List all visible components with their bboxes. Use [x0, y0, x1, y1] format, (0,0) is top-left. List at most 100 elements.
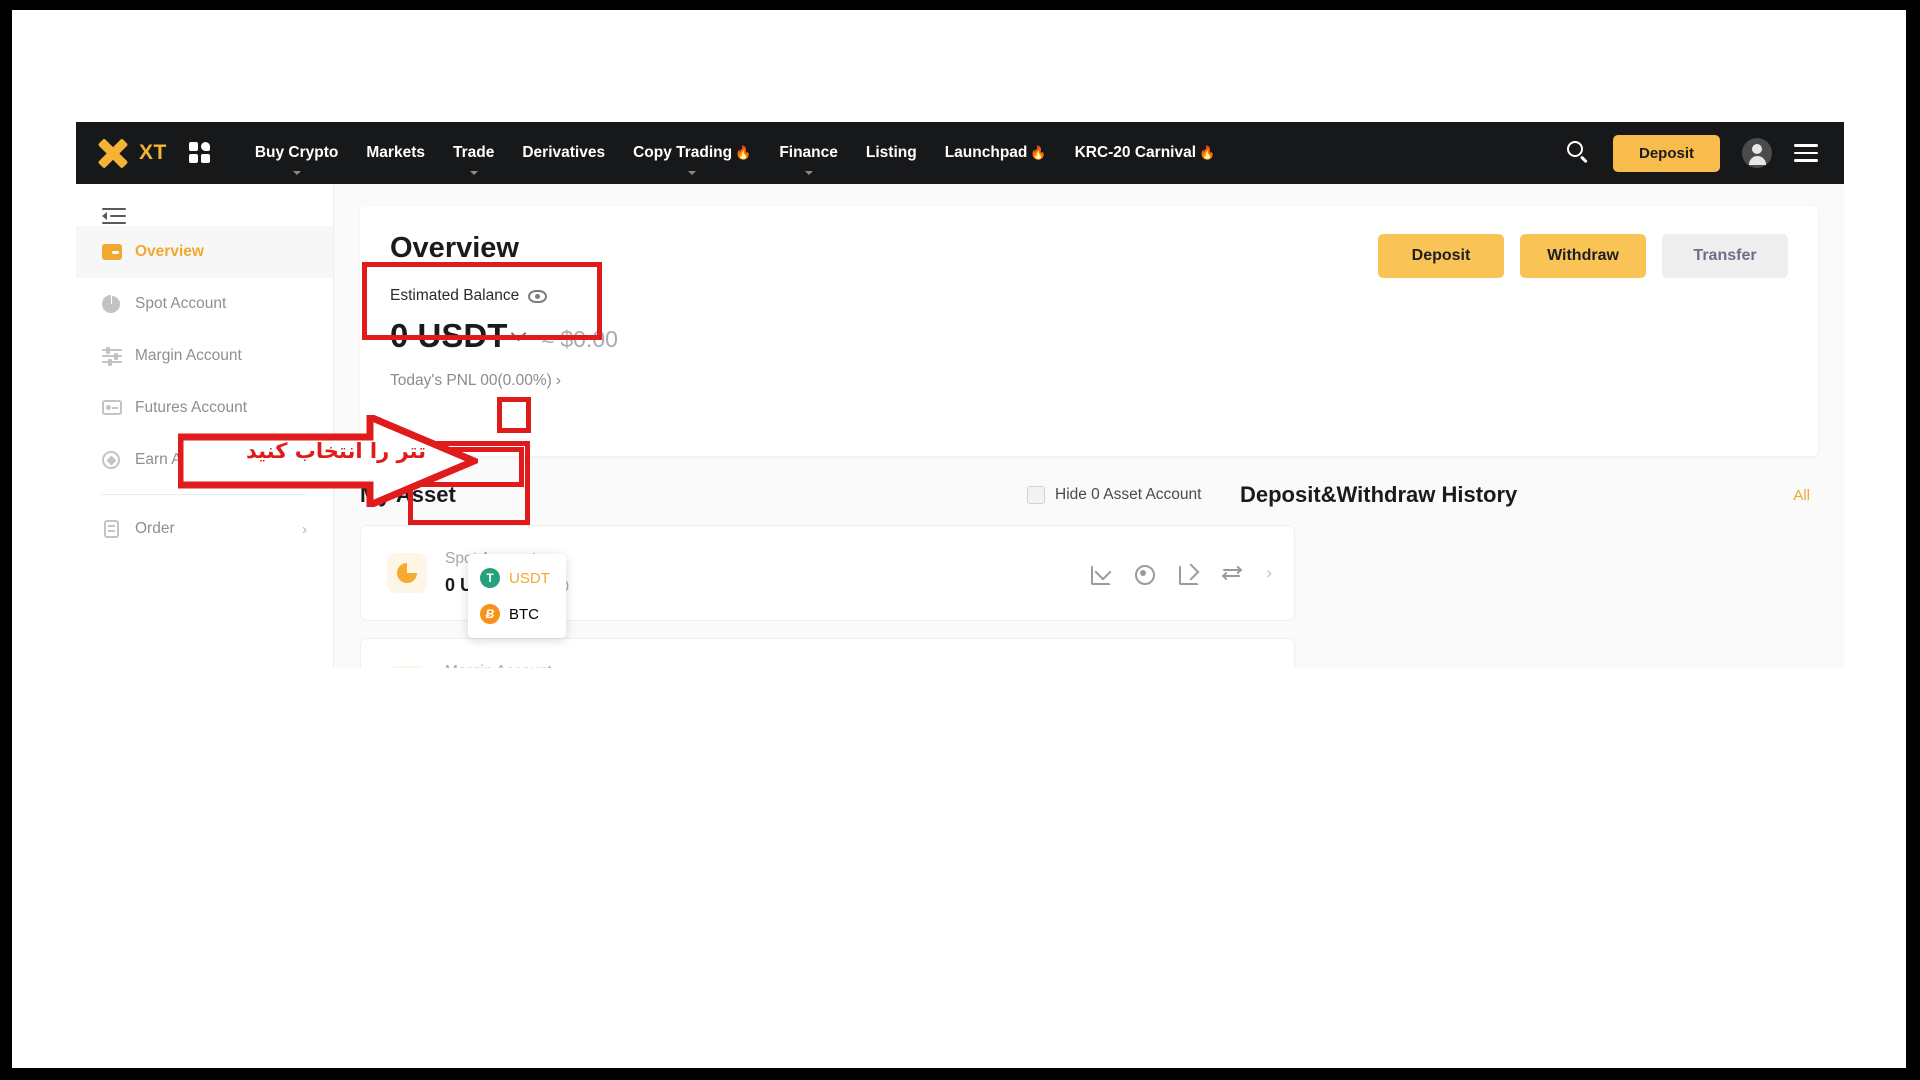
- asset-row-info: Margin Account 0 USDT ≈ $0.00: [445, 663, 569, 668]
- screenshot-page: XT Buy Crypto Markets Trade Derivatives …: [0, 0, 1920, 1080]
- currency-option-label: BTC: [509, 605, 539, 623]
- nav-item-copy-trading[interactable]: Copy Trading 🔥: [619, 144, 765, 175]
- eye-visibility-icon[interactable]: [528, 289, 548, 303]
- flame-icon: 🔥: [1199, 145, 1216, 160]
- balance-amount-row: 0 USDT ≈ $0.00: [390, 317, 1788, 355]
- hamburger-menu-icon[interactable]: [1794, 139, 1818, 167]
- sidebar-item-label: Overview: [135, 243, 204, 260]
- nav-deposit-button[interactable]: Deposit: [1612, 134, 1720, 172]
- diamond-icon: [102, 450, 122, 470]
- nav-label: Listing: [865, 144, 917, 161]
- sidebar-item-label: Margin Account: [135, 347, 242, 364]
- withdraw-button[interactable]: Withdraw: [1520, 234, 1646, 278]
- wallet-icon: [102, 242, 122, 262]
- buy-crypto-icon[interactable]: [1134, 563, 1156, 585]
- xt-logo[interactable]: XT: [96, 136, 167, 170]
- chevron-right-icon: ›: [302, 520, 307, 538]
- browser-viewport: XT Buy Crypto Markets Trade Derivatives …: [76, 122, 1844, 668]
- history-all-link[interactable]: All: [1793, 487, 1810, 504]
- sidebar-item-overview[interactable]: Overview: [76, 226, 333, 278]
- table-row[interactable]: Margin Account 0 USDT ≈ $0.00 ›: [360, 638, 1295, 668]
- nav-item-markets[interactable]: Markets: [352, 144, 439, 162]
- usdt-coin-icon: T: [480, 568, 500, 588]
- today-pnl-row[interactable]: Today's PNL 00(0.00%) ›: [390, 372, 1788, 390]
- sidebar-item-label: Order: [135, 520, 175, 537]
- today-pnl-text: Today's PNL 00(0.00%): [390, 372, 552, 389]
- overview-card: Overview Estimated Balance 0 USDT ≈ $0.0…: [360, 206, 1818, 456]
- sliders-icon: [387, 666, 427, 668]
- chevron-down-icon: [688, 171, 697, 175]
- deposit-button[interactable]: Deposit: [1378, 234, 1504, 278]
- hide-zero-asset-label: Hide 0 Asset Account: [1055, 486, 1202, 503]
- letterbox-top: [0, 0, 1920, 10]
- nav-label: Buy Crypto: [254, 144, 339, 161]
- letterbox-right: [1906, 0, 1920, 1080]
- nav-item-trade[interactable]: Trade: [439, 144, 508, 175]
- search-icon[interactable]: [1566, 141, 1591, 165]
- chevron-down-icon: [469, 171, 478, 175]
- my-asset-title: My Asset: [360, 482, 456, 507]
- xt-logo-text: XT: [139, 141, 167, 164]
- balance-usd-equivalent: ≈ $0.00: [541, 326, 618, 352]
- collapse-sidebar-icon[interactable]: [102, 208, 126, 226]
- chevron-right-icon: ›: [555, 372, 562, 389]
- sidebar: Overview Spot Account Margin Account Fut…: [76, 184, 334, 668]
- asset-name: Margin Account: [445, 663, 569, 668]
- deposit-in-icon[interactable]: [1090, 563, 1112, 585]
- sidebar-item-futures-account[interactable]: Futures Account: [76, 382, 333, 434]
- estimated-balance-label: Estimated Balance: [390, 287, 520, 304]
- flame-icon: 🔥: [735, 145, 752, 160]
- sliders-icon: [102, 346, 122, 366]
- hide-zero-asset-toggle[interactable]: Hide 0 Asset Account: [1027, 486, 1201, 504]
- top-navigation-bar: XT Buy Crypto Markets Trade Derivatives …: [76, 122, 1844, 184]
- hide-zero-asset-checkbox[interactable]: [1027, 486, 1045, 504]
- apps-grid-icon[interactable]: [188, 142, 211, 164]
- nav-links: Buy Crypto Markets Trade Derivatives Cop…: [241, 144, 1230, 175]
- nav-item-finance[interactable]: Finance: [765, 144, 852, 175]
- nav-right-actions: Deposit: [1566, 134, 1818, 172]
- nav-label: Markets: [366, 144, 425, 161]
- estimated-balance-row: Estimated Balance: [390, 287, 1788, 305]
- overview-action-buttons: Deposit Withdraw Transfer: [1378, 234, 1788, 278]
- currency-option-btc[interactable]: Ƀ BTC: [468, 596, 566, 632]
- currency-option-usdt[interactable]: T USDT: [468, 560, 566, 596]
- sidebar-item-label: Spot Account: [135, 295, 227, 312]
- transfer-button[interactable]: Transfer: [1662, 234, 1788, 278]
- document-icon: [102, 519, 122, 539]
- letterbox-left: [0, 0, 12, 1080]
- letterbox-bottom: [0, 1068, 1920, 1080]
- nav-item-buy-crypto[interactable]: Buy Crypto: [241, 144, 353, 175]
- sidebar-item-margin-account[interactable]: Margin Account: [76, 330, 333, 382]
- sidebar-item-label: Earn Account: [135, 451, 228, 468]
- nav-label: Derivatives: [522, 144, 606, 161]
- sidebar-item-label: Futures Account: [135, 399, 248, 416]
- sidebar-divider: [102, 494, 307, 495]
- balance-amount: 0 USDT: [390, 317, 508, 354]
- history-title: Deposit&Withdraw History: [1240, 482, 1518, 507]
- xt-logo-mark-icon: [96, 136, 130, 170]
- chevron-down-icon: [292, 171, 301, 175]
- nav-label: Launchpad: [944, 144, 1028, 161]
- transfer-swap-icon[interactable]: [1222, 563, 1243, 583]
- nav-item-launchpad[interactable]: Launchpad 🔥: [931, 144, 1061, 162]
- pie-chart-icon: [387, 553, 427, 593]
- user-avatar-icon[interactable]: [1742, 138, 1772, 168]
- pie-chart-icon: [102, 294, 122, 314]
- sidebar-item-spot-account[interactable]: Spot Account: [76, 278, 333, 330]
- flame-icon: 🔥: [1030, 145, 1047, 160]
- nav-item-derivatives[interactable]: Derivatives: [508, 144, 619, 162]
- btc-coin-icon: Ƀ: [480, 604, 500, 624]
- chevron-down-icon: [804, 171, 813, 175]
- nav-item-krc20-carnival[interactable]: KRC-20 Carnival 🔥: [1061, 144, 1230, 162]
- currency-dropdown-menu[interactable]: T USDT Ƀ BTC: [468, 554, 566, 638]
- sidebar-item-earn-account[interactable]: Earn Account: [76, 434, 333, 486]
- chevron-right-icon[interactable]: ›: [1266, 563, 1272, 583]
- sidebar-item-order[interactable]: Order ›: [76, 503, 333, 555]
- nav-label: Finance: [779, 144, 838, 161]
- nav-label: Trade: [452, 144, 495, 161]
- nav-item-listing[interactable]: Listing: [852, 144, 931, 162]
- nav-label: Copy Trading: [633, 144, 733, 161]
- withdraw-out-icon[interactable]: [1178, 563, 1200, 585]
- currency-chevron-down-icon[interactable]: [509, 326, 529, 346]
- nav-label: KRC-20 Carnival: [1074, 144, 1197, 161]
